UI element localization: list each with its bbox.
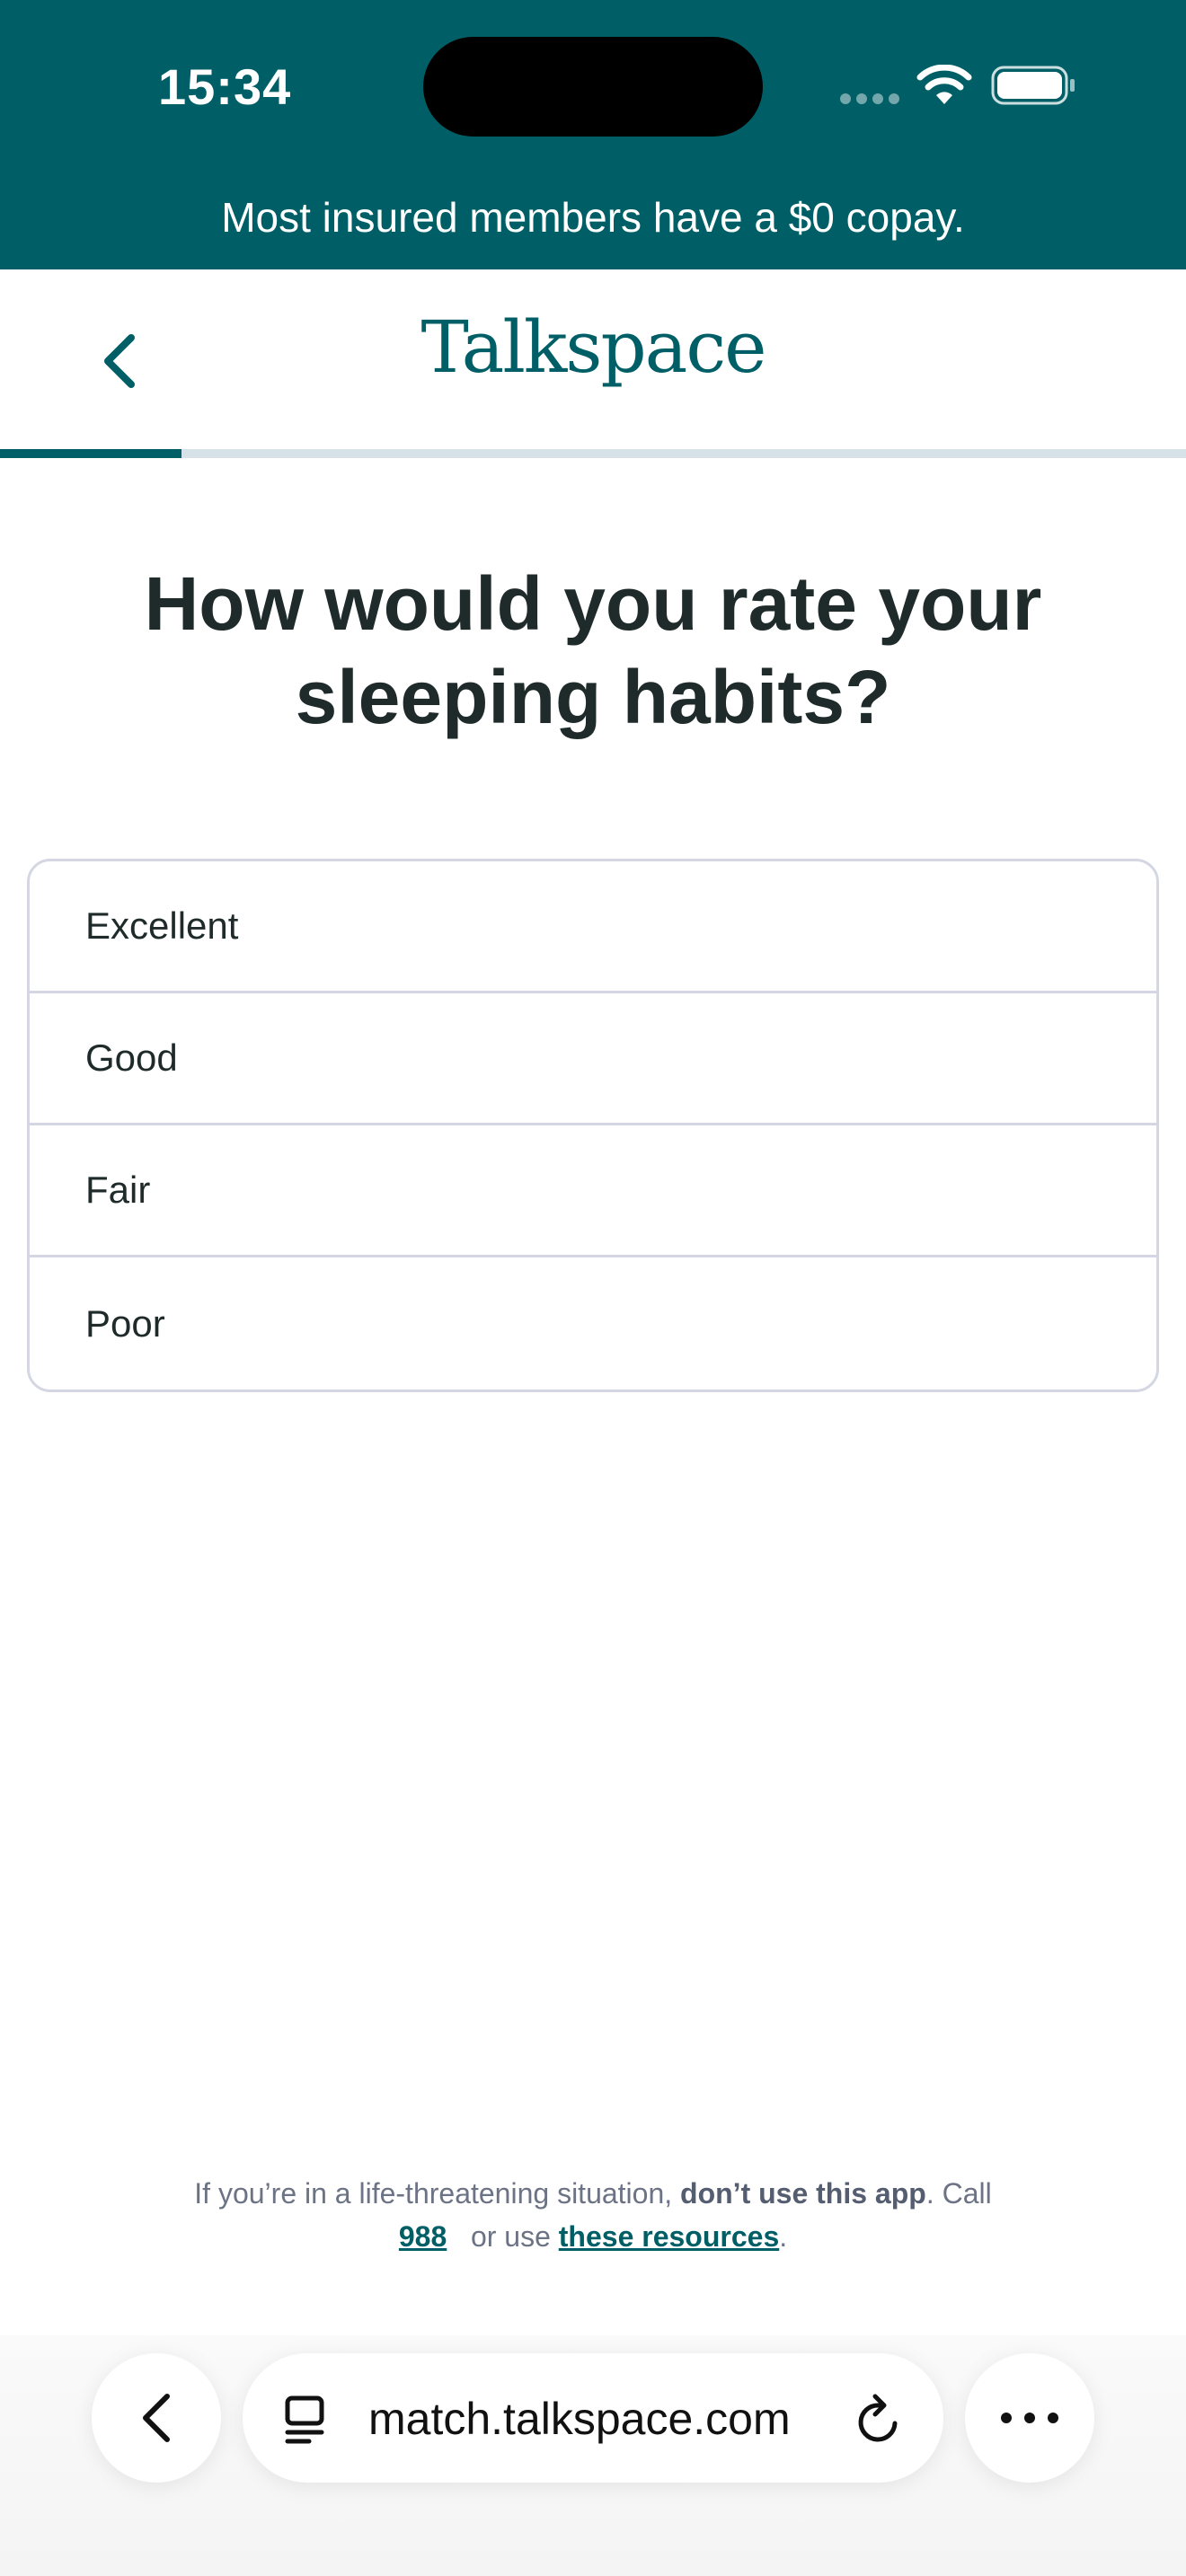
talkspace-logo: Talkspace [420, 305, 766, 389]
disclaimer-or-use: or use [470, 2220, 551, 2253]
progress-bar [0, 449, 1186, 458]
resources-link[interactable]: these resources [559, 2220, 779, 2253]
status-time: 15:34 [158, 58, 292, 115]
wifi-icon [916, 65, 972, 104]
browser-more-button[interactable] [965, 2353, 1094, 2483]
option-poor[interactable]: Poor [30, 1257, 1156, 1389]
reload-icon[interactable] [854, 2393, 904, 2447]
option-excellent[interactable]: Excellent [30, 861, 1156, 993]
disclaimer-suffix: . [779, 2220, 788, 2253]
dynamic-island [423, 37, 763, 137]
promo-banner: Most insured members have a $0 copay. [0, 174, 1186, 269]
disclaimer-prefix: If you’re in a life-threatening situatio… [194, 2177, 673, 2210]
option-fair[interactable]: Fair [30, 1125, 1156, 1257]
phone-988-link[interactable]: 988 [399, 2220, 447, 2253]
url-text: match.talkspace.com [368, 2394, 791, 2444]
app-header: Talkspace [0, 269, 1186, 453]
options-list: Excellent Good Fair Poor [27, 859, 1159, 1392]
chevron-left-icon [143, 2394, 170, 2442]
more-dots-icon [1001, 2413, 1058, 2423]
cellular-signal-icon [840, 93, 899, 104]
crisis-disclaimer: If you’re in a life-threatening situatio… [108, 2172, 1078, 2258]
status-bar: 15:34 [0, 0, 1186, 174]
disclaimer-middle: . Call [925, 2177, 992, 2210]
page-menu-icon [285, 2395, 324, 2444]
question-title: How would you rate your sleeping habits? [144, 561, 1042, 739]
option-good[interactable]: Good [30, 993, 1156, 1125]
progress-fill [0, 449, 181, 458]
address-bar[interactable]: match.talkspace.com [243, 2353, 943, 2483]
disclaimer-bold: don’t use this app [680, 2177, 926, 2210]
browser-back-button[interactable] [92, 2353, 221, 2483]
battery-icon [991, 66, 1075, 105]
